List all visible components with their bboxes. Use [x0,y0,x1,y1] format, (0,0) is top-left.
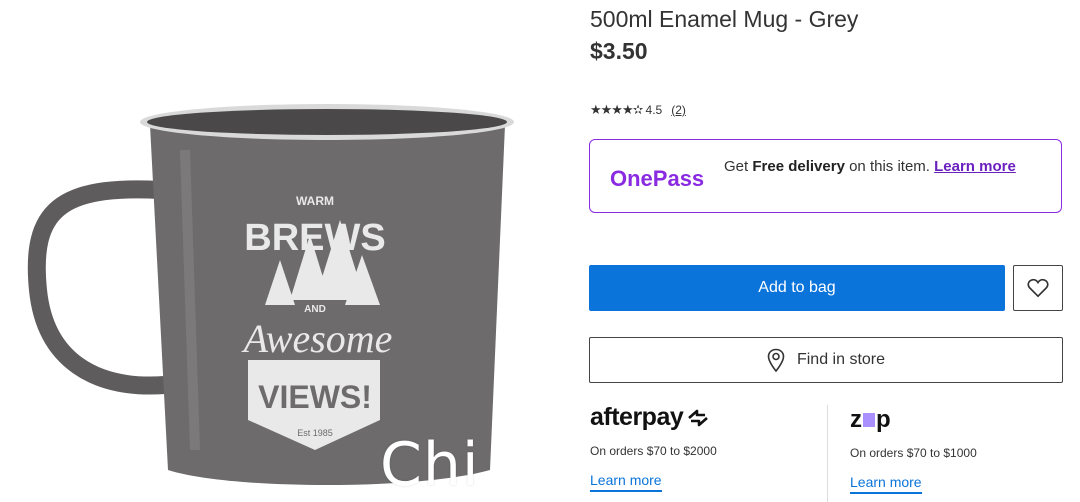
overlay-text: Chi [380,430,480,500]
mug-illustration: WARM BREWS AND Awesome VIEWS! Est 1985 [27,104,514,485]
onepass-message: Get Free delivery on this item. Learn mo… [724,158,1044,176]
zip-logo-right: p [876,406,891,433]
product-title: 500ml Enamel Mug - Grey [590,6,859,32]
wishlist-button[interactable] [1013,265,1063,311]
mug-text-views: VIEWS! [258,379,372,415]
zip-section: zp On orders $70 to $1000 Learn more [850,406,1060,494]
zip-logo-mark-icon [863,413,875,427]
afterpay-arrows-icon [688,409,709,426]
rating-count-link[interactable]: (2) [671,103,686,117]
heart-icon [1027,278,1049,298]
afterpay-logo: afterpay [590,403,820,432]
zip-logo: zp [850,406,1060,434]
onepass-logo: OnePass [610,166,705,191]
add-to-bag-button[interactable]: Add to bag [589,265,1005,311]
afterpay-section: afterpay On orders $70 to $2000 Learn mo… [590,403,820,492]
onepass-text-bold: Free delivery [752,158,845,175]
onepass-text-suffix: on this item. [844,158,935,175]
product-rating[interactable]: ★★★★✫ 4.5 (2) [590,102,686,118]
rating-score: 4.5 [645,103,663,117]
product-image: WARM BREWS AND Awesome VIEWS! Est 1985 C… [0,0,560,502]
product-price: $3.50 [590,38,648,64]
mug-text-awesome: Awesome [241,316,393,361]
mug-text-brews: BREWS [244,217,385,259]
find-in-store-label: Find in store [796,351,886,368]
payment-divider [827,405,828,502]
afterpay-learn-more-link[interactable]: Learn more [590,472,662,492]
location-pin-icon [767,348,785,372]
mug-text-and: AND [304,304,326,315]
zip-logo-left: z [850,406,862,433]
mug-text-warm: WARM [296,194,334,208]
mug-text-est: Est 1985 [297,428,333,438]
onepass-text-prefix: Get [724,158,753,175]
afterpay-subtext: On orders $70 to $2000 [590,444,717,458]
onepass-banner: OnePass Get Free delivery on this item. … [589,139,1062,213]
zip-learn-more-link[interactable]: Learn more [850,474,922,494]
find-in-store-button[interactable]: Find in store [589,337,1063,383]
star-rating-icon: ★★★★✫ [590,102,644,117]
afterpay-logo-text: afterpay [590,403,684,431]
zip-subtext: On orders $70 to $1000 [850,446,977,460]
onepass-learn-more-link[interactable]: Learn more [934,158,1016,175]
